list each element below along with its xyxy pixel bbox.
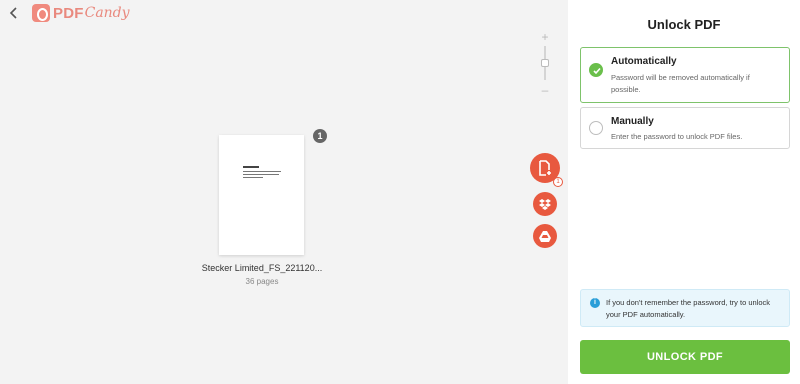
thumbnail-text-line — [243, 166, 259, 168]
info-icon: i — [590, 298, 600, 308]
radio-automatically[interactable] — [589, 63, 603, 77]
google-drive-icon — [539, 230, 551, 242]
dropbox-button[interactable] — [533, 192, 557, 216]
option-title: Automatically — [611, 56, 677, 67]
info-box: i If you don't remember the password, tr… — [580, 289, 790, 327]
document-thumbnail[interactable] — [219, 135, 304, 255]
zoom-slider-handle[interactable] — [541, 59, 549, 67]
document-count-badge: 1 — [313, 129, 327, 143]
document-page-count: 36 pages — [245, 277, 279, 286]
checkmark-icon — [593, 67, 601, 75]
thumbnail-text-line — [243, 177, 263, 178]
panel-title: Unlock PDF — [647, 17, 721, 32]
preview-area: PDF Candy + – 1 Stecker Limited_FS_22112… — [0, 0, 568, 384]
add-file-count-badge: 1 — [553, 177, 563, 187]
logo-pdf-text: PDF — [53, 4, 84, 22]
logo-candy-text: Candy — [84, 5, 130, 21]
zoom-in-button[interactable]: + — [539, 31, 551, 43]
option-automatically[interactable]: Automatically Password will be removed a… — [580, 47, 790, 103]
settings-panel: Unlock PDF Automatically Password will b… — [568, 0, 800, 384]
option-description: Enter the password to unlock PDF files. — [611, 132, 743, 141]
zoom-control[interactable]: + – — [539, 31, 551, 96]
candy-logo-icon — [32, 4, 50, 22]
add-file-icon — [539, 160, 551, 176]
option-title: Manually — [611, 116, 654, 127]
option-manually[interactable]: Manually Enter the password to unlock PD… — [580, 107, 790, 149]
logo[interactable]: PDF Candy — [32, 3, 130, 23]
unlock-pdf-button[interactable]: UNLOCK PDF — [580, 340, 790, 374]
info-text: If you don't remember the password, try … — [606, 298, 771, 319]
option-description: Password will be removed automatically i… — [611, 73, 750, 94]
chevron-left-icon — [9, 7, 17, 19]
dropbox-icon — [539, 199, 551, 210]
thumbnail-text-line — [243, 171, 281, 172]
google-drive-button[interactable] — [533, 224, 557, 248]
document-filename: Stecker Limited_FS_221120... — [201, 263, 323, 273]
back-button[interactable] — [6, 6, 22, 22]
thumbnail-text-line — [243, 174, 279, 175]
zoom-out-button[interactable]: – — [539, 84, 551, 96]
radio-manually[interactable] — [589, 121, 603, 135]
